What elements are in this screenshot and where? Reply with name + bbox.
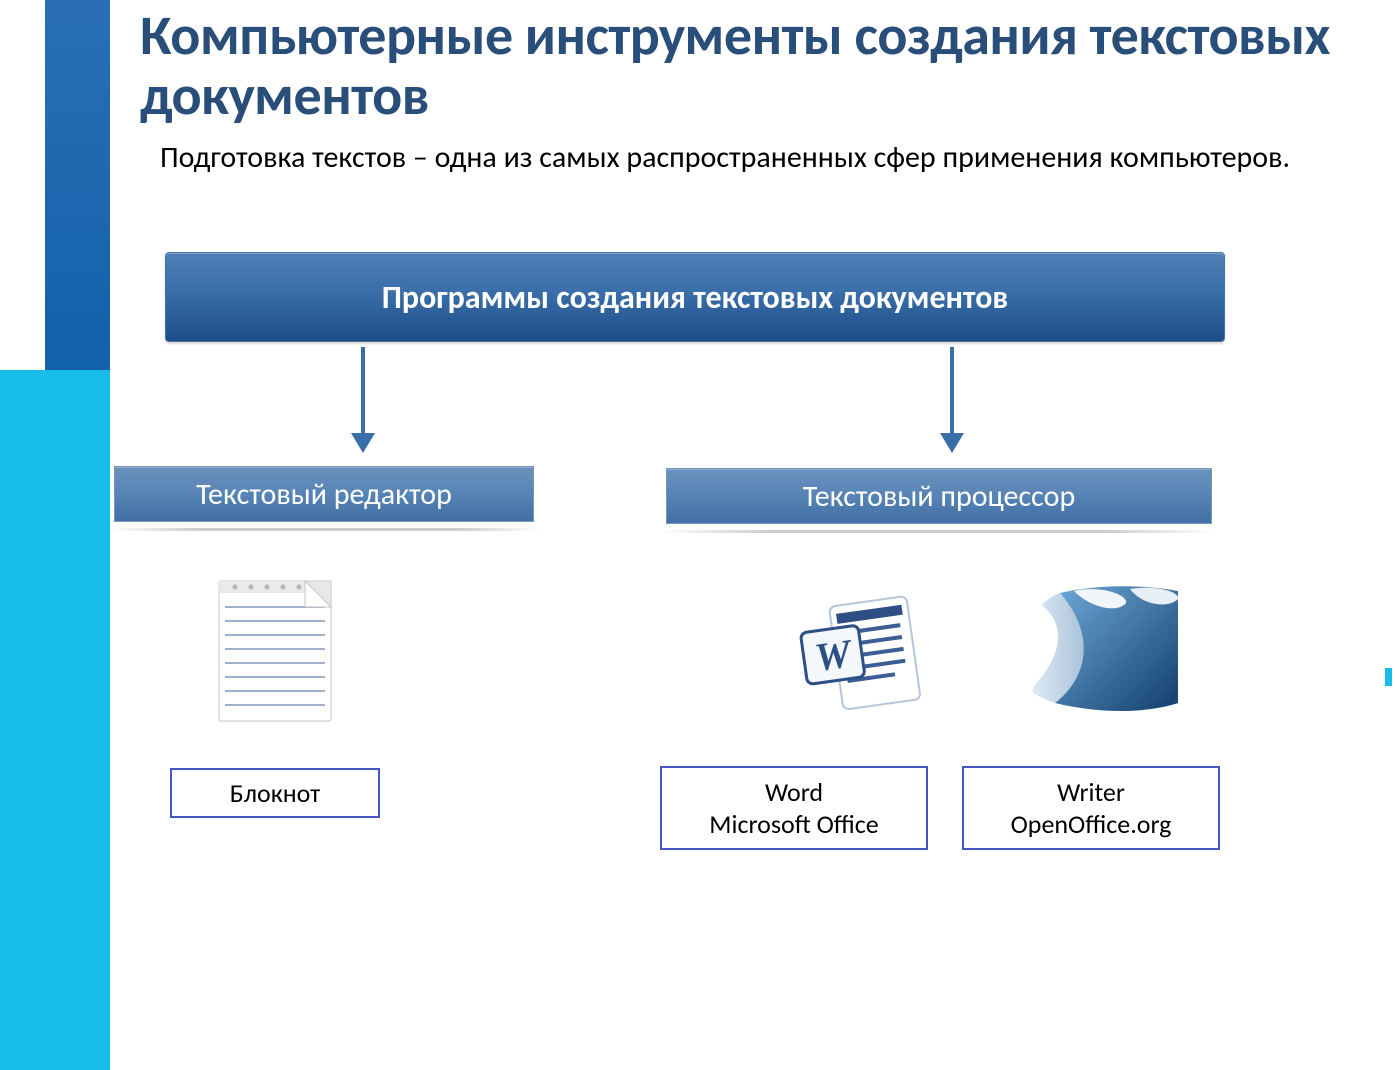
arrow-down-icon	[950, 347, 954, 437]
sidebar-stripe-bottom	[0, 370, 110, 1070]
slide-title: Компьютерные инструменты создания тексто…	[140, 6, 1385, 127]
divider	[660, 530, 1216, 533]
app-label-word: Word Microsoft Office	[660, 766, 928, 850]
divider	[110, 528, 542, 531]
sidebar-stripe-top	[45, 0, 110, 370]
category-box-editor: Текстовый редактор	[114, 466, 534, 522]
banner-group: Программы создания текстовых документов	[165, 252, 1225, 342]
openoffice-icon	[1030, 585, 1185, 720]
arrow-down-icon	[361, 347, 365, 437]
accent-dot	[1385, 668, 1392, 686]
slide-subtitle: Подготовка текстов – одна из самых распр…	[160, 139, 1370, 177]
main-banner: Программы создания текстовых документов	[165, 252, 1225, 342]
notepad-icon	[215, 575, 335, 725]
ms-word-icon: W	[790, 585, 935, 720]
content-area: Компьютерные инструменты создания тексто…	[140, 6, 1385, 176]
app-label-notepad: Блокнот	[170, 768, 380, 818]
app-label-writer: Writer OpenOffice.org	[962, 766, 1220, 850]
category-box-processor: Текстовый процессор	[666, 468, 1212, 524]
